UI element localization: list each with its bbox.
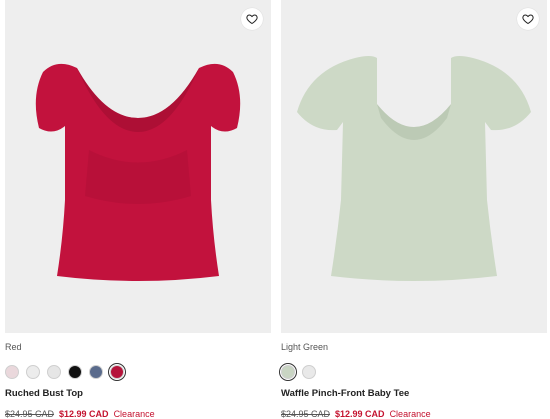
color-swatch[interactable] bbox=[26, 365, 40, 379]
waffle-baby-tee-image bbox=[297, 56, 531, 281]
color-swatch[interactable] bbox=[302, 365, 316, 379]
color-swatch[interactable] bbox=[47, 365, 61, 379]
product-card[interactable]: Red Ruched Bust Top $24.95 CAD $12.99 CA… bbox=[5, 0, 271, 419]
product-card[interactable]: Light Green Waffle Pinch-Front Baby Tee … bbox=[279, 0, 547, 419]
favorite-button[interactable] bbox=[241, 8, 263, 30]
heart-outline-icon bbox=[522, 14, 534, 25]
heart-outline-icon bbox=[246, 14, 258, 25]
color-swatch[interactable] bbox=[68, 365, 82, 379]
color-swatch-selected[interactable] bbox=[279, 363, 297, 381]
color-swatches bbox=[5, 363, 271, 381]
color-swatch[interactable] bbox=[5, 365, 19, 379]
product-image[interactable] bbox=[281, 0, 547, 333]
favorite-button[interactable] bbox=[517, 8, 539, 30]
color-swatches bbox=[279, 363, 547, 381]
product-image[interactable] bbox=[5, 0, 271, 333]
color-swatch-selected[interactable] bbox=[108, 363, 126, 381]
product-title[interactable]: Ruched Bust Top bbox=[5, 388, 271, 402]
selected-color-label: Light Green bbox=[281, 342, 329, 352]
selected-color-label: Red bbox=[5, 342, 22, 352]
ruched-bust-top-image bbox=[35, 63, 241, 282]
color-swatch[interactable] bbox=[89, 365, 103, 379]
product-title[interactable]: Waffle Pinch-Front Baby Tee bbox=[281, 388, 547, 402]
